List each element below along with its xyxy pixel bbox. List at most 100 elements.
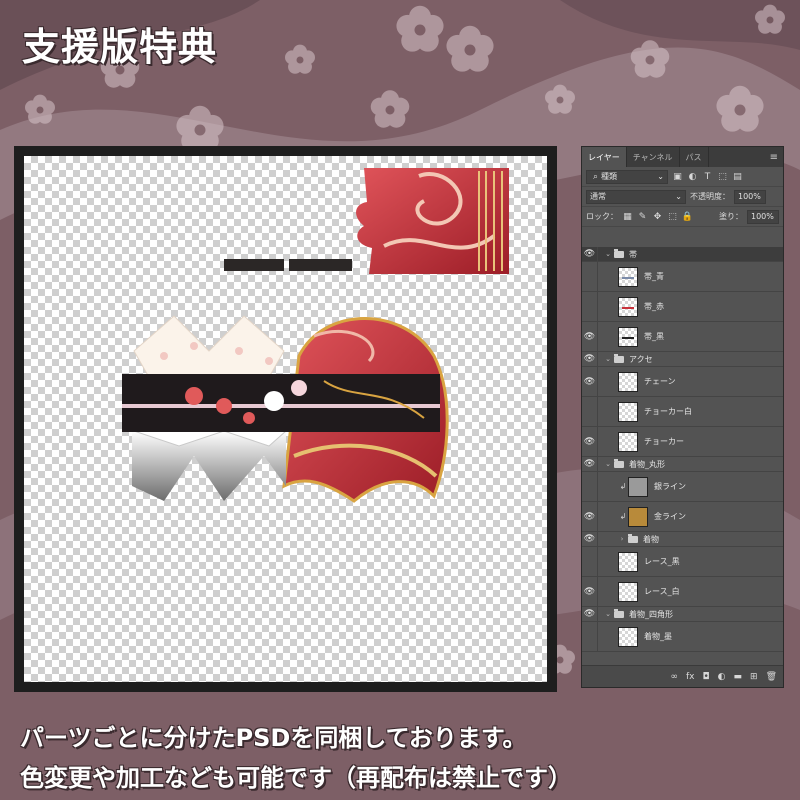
eye-icon[interactable]: 👁 (582, 607, 598, 621)
layer-row[interactable]: 着物_墨 (582, 622, 783, 652)
eye-icon[interactable]: 👁 (582, 322, 598, 351)
smart-object-filter-icon[interactable]: ▤ (732, 171, 743, 182)
chevron-down-icon[interactable]: ⌄ (604, 250, 612, 258)
layer-name: 着物 (643, 534, 659, 544)
obi-dark-strip-right (289, 259, 352, 271)
new-group-icon[interactable]: ▬ (734, 672, 743, 682)
filter-kind-select[interactable]: ⌕ 種類 ⌄ (586, 169, 668, 184)
layer-row[interactable]: 👁 レース_白 (582, 577, 783, 607)
layer-row[interactable]: レース_黒 (582, 547, 783, 577)
layer-thumbnail (628, 476, 648, 497)
fill-label: 塗り： (719, 212, 743, 221)
chevron-down-icon[interactable]: ⌄ (604, 355, 612, 363)
tab-channels[interactable]: チャンネル (627, 147, 680, 167)
tab-paths[interactable]: パス (680, 147, 709, 167)
layer-row[interactable]: 👁 チョーカー (582, 427, 783, 457)
opacity-input[interactable]: 100% (734, 189, 766, 204)
eye-icon[interactable]: 👁 (582, 367, 598, 396)
adjustment-filter-icon[interactable]: ◐ (687, 171, 698, 182)
folder-icon (614, 458, 624, 468)
delete-layer-icon[interactable]: 🗑 (766, 672, 777, 682)
layers-panel: レイヤー チャンネル パス ≡ ⌕ 種類 ⌄ ▣ ◐ T ⬚ ▤ 通常 ⌄ 不透… (581, 146, 784, 688)
layer-name: チョーカー白 (644, 407, 692, 416)
eye-icon[interactable]: 👁 (582, 577, 598, 606)
chevron-down-icon[interactable]: ⌄ (604, 460, 612, 468)
lock-transparency-icon[interactable]: ▦ (622, 211, 633, 222)
shape-filter-icon[interactable]: ⬚ (717, 171, 728, 182)
layer-thumbnail (618, 371, 638, 392)
layer-name: アクセ (629, 354, 653, 364)
type-filter-icon[interactable]: T (702, 171, 713, 182)
caption-line-1: パーツごとに分けたPSDを同梱しております。 (20, 724, 527, 752)
layer-name: チェーン (644, 377, 676, 386)
hidden-eye-slot[interactable] (582, 622, 598, 651)
layer-group-row[interactable]: 👁 ⌄ 着物_四角形 (582, 607, 783, 622)
fill-input[interactable]: 100% (747, 209, 779, 224)
eye-icon[interactable]: 👁 (582, 457, 598, 471)
hidden-eye-slot[interactable] (582, 262, 598, 291)
folder-icon (614, 248, 624, 258)
lock-row: ロック： ▦ ✎ ✥ ⬚ 🔒 塗り： 100% (582, 207, 783, 227)
filter-row: ⌕ 種類 ⌄ ▣ ◐ T ⬚ ▤ (582, 167, 783, 187)
chevron-right-icon[interactable]: › (618, 535, 626, 543)
layer-style-icon[interactable]: fx (686, 672, 695, 682)
layer-row[interactable]: 帯_赤 (582, 292, 783, 322)
layer-thumbnail (618, 551, 638, 572)
layer-name: 帯_黒 (644, 332, 664, 341)
eye-icon[interactable]: 👁 (582, 427, 598, 456)
clipping-mask-icon: ↲ (619, 512, 627, 521)
eye-icon[interactable]: 👁 (582, 352, 598, 366)
layer-thumbnail (618, 326, 638, 347)
lock-all-icon[interactable]: 🔒 (682, 211, 693, 222)
obi-red-panel (356, 168, 509, 274)
document-canvas[interactable] (24, 156, 547, 682)
layer-list: 👁 ⌄ 帯帯_青 帯_赤 👁 帯_黒 👁 ⌄ アクセ 👁 チェーン チョーカー白 👁 チョーカー 👁 ⌄ 着物_… (582, 247, 783, 665)
opacity-label: 不透明度： (690, 192, 730, 201)
layer-name: 着物_丸形 (629, 459, 665, 469)
layer-mask-icon[interactable]: ◘ (703, 672, 710, 682)
folder-icon (614, 353, 624, 363)
layer-name: 着物_墨 (644, 632, 672, 641)
layer-group-row[interactable]: 👁 ⌄ 着物_丸形 (582, 457, 783, 472)
layer-group-row[interactable]: 👁 ⌄ アクセ (582, 352, 783, 367)
eye-icon[interactable]: 👁 (582, 502, 598, 531)
obi-artwork (122, 168, 509, 503)
blend-mode-value: 通常 (590, 192, 606, 201)
search-icon: ⌕ (592, 171, 599, 182)
lock-position-icon[interactable]: ✥ (652, 211, 663, 222)
thumbnail-mark (622, 336, 634, 339)
caption-line-2: 色変更や加工なども可能です（再配布は禁止です） (20, 764, 572, 792)
blend-mode-select[interactable]: 通常 ⌄ (586, 189, 686, 204)
black-obi-band (122, 374, 440, 432)
opacity-value: 100% (738, 192, 761, 201)
layer-thumbnail (618, 431, 638, 452)
layer-row[interactable]: 👁 チェーン (582, 367, 783, 397)
layer-row[interactable]: 帯_青 (582, 262, 783, 292)
lock-paint-icon[interactable]: ✎ (637, 211, 648, 222)
layer-row[interactable]: ↲ 銀ライン (582, 472, 783, 502)
hidden-eye-slot[interactable] (582, 397, 598, 426)
layer-name: 銀ライン (654, 482, 686, 491)
layer-row[interactable]: 👁 帯_黒 (582, 322, 783, 352)
adjustment-layer-icon[interactable]: ◐ (718, 672, 726, 682)
chevron-down-icon[interactable]: ⌄ (604, 610, 612, 618)
layer-name: 帯 (629, 249, 637, 259)
layer-group-row[interactable]: 👁 ⌄ 帯 (582, 247, 783, 262)
layer-row[interactable]: チョーカー白 (582, 397, 783, 427)
link-layers-icon[interactable]: ∞ (671, 672, 679, 682)
lock-artboard-icon[interactable]: ⬚ (667, 211, 678, 222)
folder-icon (614, 608, 624, 618)
panel-menu-icon[interactable]: ≡ (765, 147, 783, 167)
layer-group-row[interactable]: 👁 › 着物 (582, 532, 783, 547)
layer-row[interactable]: 👁 ↲ 金ライン (582, 502, 783, 532)
eye-icon[interactable]: 👁 (582, 247, 598, 261)
eye-icon[interactable]: 👁 (582, 532, 598, 546)
hidden-eye-slot[interactable] (582, 472, 598, 501)
tab-layers[interactable]: レイヤー (582, 147, 627, 167)
image-filter-icon[interactable]: ▣ (672, 171, 683, 182)
new-layer-icon[interactable]: ⊞ (750, 672, 758, 682)
hidden-eye-slot[interactable] (582, 292, 598, 321)
hidden-eye-slot[interactable] (582, 547, 598, 576)
layer-name: 金ライン (654, 512, 686, 521)
layer-name: レース_白 (644, 587, 680, 596)
